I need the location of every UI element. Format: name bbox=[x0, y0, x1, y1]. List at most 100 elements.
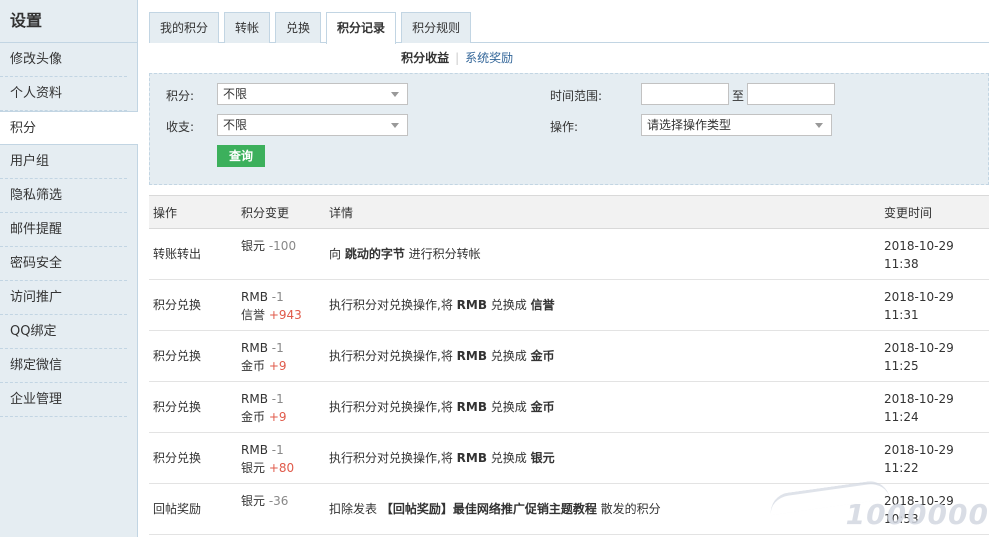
detail-emphasis: RMB bbox=[456, 400, 487, 414]
inout-select[interactable]: 不限 bbox=[217, 114, 408, 136]
credit-unit: RMB bbox=[241, 290, 268, 304]
row-credit-change: RMB -1 金币 +9 bbox=[241, 390, 287, 426]
credit-unit: 金币 bbox=[241, 410, 266, 424]
credit-delta: -1 bbox=[271, 443, 284, 457]
row-credit-change: RMB -1 银元 +80 bbox=[241, 441, 294, 477]
credit-delta: -1 bbox=[271, 392, 284, 406]
detail-emphasis: 跳动的字节 bbox=[344, 247, 405, 261]
row-date: 2018-10-29 bbox=[884, 239, 954, 253]
row-detail: 执行积分对兑换操作,将 RMB 兑换成 金币 bbox=[329, 382, 555, 433]
row-change-time: 2018-10-29 11:25 bbox=[884, 339, 954, 375]
credit-change-line: 金币 +9 bbox=[241, 357, 287, 375]
row-date: 2018-10-29 bbox=[884, 290, 954, 304]
table-row: 转账转出 银元 -100 向 跳动的字节 进行积分转帐 2018-10-29 11:38 bbox=[149, 229, 989, 280]
query-button[interactable]: 查询 bbox=[217, 145, 266, 167]
table-row: 积分兑换 RMB -1 银元 +80 执行积分对兑换操作,将 RMB 兑换成 银元 20… bbox=[149, 433, 989, 484]
detail-text: 执行积分对兑换操作,将 bbox=[329, 349, 457, 363]
row-operation: 积分兑换 bbox=[153, 349, 202, 363]
operation-filter-label: 操作: bbox=[550, 120, 579, 134]
chevron-down-icon bbox=[391, 123, 399, 128]
header-operation: 操作 bbox=[153, 206, 178, 220]
end-date-input[interactable] bbox=[747, 83, 835, 105]
credit-delta: +9 bbox=[268, 410, 287, 424]
chevron-down-icon bbox=[815, 123, 823, 128]
sidebar-item[interactable]: 访问推广 bbox=[0, 281, 127, 315]
credit-delta: -100 bbox=[268, 239, 297, 253]
credit-delta: +9 bbox=[268, 359, 287, 373]
table-row: 积分兑换 RMB -1 信誉 +943 执行积分对兑换操作,将 RMB 兑换成 信誉 2… bbox=[149, 280, 989, 331]
detail-text: 扣除发表 bbox=[329, 502, 381, 516]
credit-change-line: 银元 +80 bbox=[241, 459, 294, 477]
detail-emphasis: 金币 bbox=[530, 349, 555, 363]
detail-text: 兑换成 bbox=[486, 349, 531, 363]
page-root: 设置 修改头像 个人资料 积分 用户组 隐私筛选 邮件提醒 密码安全 访问推广 QQ绑定 绑定微信… bbox=[0, 0, 999, 537]
credit-change-line: 银元 -100 bbox=[241, 237, 296, 255]
sub-navigation: 积分收益 | 系统奖励 bbox=[149, 43, 989, 73]
credit-unit: 银元 bbox=[241, 494, 266, 508]
credit-unit: 信誉 bbox=[241, 308, 266, 322]
header-change-time: 变更时间 bbox=[884, 206, 933, 220]
row-operation: 转账转出 bbox=[153, 247, 202, 261]
row-detail: 执行积分对兑换操作,将 RMB 兑换成 信誉 bbox=[329, 280, 555, 331]
row-time: 11:38 bbox=[884, 257, 919, 271]
start-date-input[interactable] bbox=[641, 83, 729, 105]
row-detail: 执行积分对兑换操作,将 RMB 兑换成 金币 bbox=[329, 331, 555, 382]
row-operation: 积分兑换 bbox=[153, 400, 202, 414]
row-detail: 扣除发表 【回帖奖励】最佳网络推广促销主题教程 散发的积分 bbox=[329, 484, 661, 535]
header-credit-change: 积分变更 bbox=[241, 206, 290, 220]
tab[interactable]: 兑换 bbox=[275, 12, 322, 43]
row-time: 11:25 bbox=[884, 359, 919, 373]
operation-select[interactable]: 请选择操作类型 bbox=[641, 114, 832, 136]
credit-unit: 银元 bbox=[241, 239, 266, 253]
detail-text: 进行积分转帐 bbox=[404, 247, 481, 261]
subnav-credit-income[interactable]: 积分收益 bbox=[401, 51, 449, 65]
row-operation: 回帖奖励 bbox=[153, 502, 202, 516]
sidebar-item[interactable]: 修改头像 bbox=[0, 43, 127, 77]
row-operation: 积分兑换 bbox=[153, 451, 202, 465]
row-time: 11:31 bbox=[884, 308, 919, 322]
detail-emphasis: 银元 bbox=[530, 451, 555, 465]
row-change-time: 2018-10-29 11:31 bbox=[884, 288, 954, 324]
sidebar-item[interactable]: 密码安全 bbox=[0, 247, 127, 281]
detail-text: 向 bbox=[329, 247, 345, 261]
header-detail: 详情 bbox=[329, 206, 354, 220]
table-row: 积分兑换 RMB -1 金币 +9 执行积分对兑换操作,将 RMB 兑换成 金币 201… bbox=[149, 382, 989, 433]
row-detail: 向 跳动的字节 进行积分转帐 bbox=[329, 229, 481, 280]
credit-unit: RMB bbox=[241, 341, 268, 355]
sidebar-item[interactable]: 企业管理 bbox=[0, 383, 127, 417]
credit-change-line: 银元 -36 bbox=[241, 492, 288, 510]
detail-text: 执行积分对兑换操作,将 bbox=[329, 451, 457, 465]
table-header: 操作 积分变更 详情 变更时间 bbox=[149, 195, 989, 229]
row-date: 2018-10-29 bbox=[884, 341, 954, 355]
inout-select-value: 不限 bbox=[223, 118, 248, 132]
credit-select[interactable]: 不限 bbox=[217, 83, 408, 105]
tab[interactable]: 积分记录 bbox=[326, 12, 397, 44]
credit-unit: 金币 bbox=[241, 359, 266, 373]
subnav-system-reward[interactable]: 系统奖励 bbox=[465, 51, 513, 65]
sidebar-item[interactable]: 邮件提醒 bbox=[0, 213, 127, 247]
sidebar-item[interactable]: 用户组 bbox=[0, 145, 127, 179]
detail-text: 执行积分对兑换操作,将 bbox=[329, 400, 457, 414]
sidebar-item[interactable]: QQ绑定 bbox=[0, 315, 127, 349]
row-credit-change: 银元 -36 bbox=[241, 492, 288, 510]
operation-select-value: 请选择操作类型 bbox=[647, 118, 732, 132]
row-credit-change: RMB -1 金币 +9 bbox=[241, 339, 287, 375]
detail-text: 散发的积分 bbox=[596, 502, 661, 516]
tab[interactable]: 转帐 bbox=[224, 12, 271, 43]
credit-unit: RMB bbox=[241, 443, 268, 457]
settings-sidebar: 设置 修改头像 个人资料 积分 用户组 隐私筛选 邮件提醒 密码安全 访问推广 QQ绑定 绑定微信… bbox=[0, 0, 138, 537]
table-row: 积分兑换 RMB -1 金币 +9 执行积分对兑换操作,将 RMB 兑换成 金币 201… bbox=[149, 331, 989, 382]
sidebar-item[interactable]: 积分 bbox=[0, 111, 138, 145]
sidebar-item[interactable]: 绑定微信 bbox=[0, 349, 127, 383]
tab[interactable]: 我的积分 bbox=[149, 12, 220, 43]
credit-tabs: 我的积分 转帐 兑换 积分记录 积分规则 bbox=[149, 12, 989, 44]
main-content: 我的积分 转帐 兑换 积分记录 积分规则 积分收益 | 系统奖励 积分: 不限 收支: 不限… bbox=[149, 12, 989, 535]
detail-emphasis: RMB bbox=[456, 298, 487, 312]
sidebar-item[interactable]: 个人资料 bbox=[0, 77, 127, 111]
detail-text: 兑换成 bbox=[486, 400, 531, 414]
sidebar-item[interactable]: 隐私筛选 bbox=[0, 179, 127, 213]
detail-text: 执行积分对兑换操作,将 bbox=[329, 298, 457, 312]
tab[interactable]: 积分规则 bbox=[401, 12, 472, 43]
credit-change-line: RMB -1 bbox=[241, 339, 287, 357]
credit-unit: 银元 bbox=[241, 461, 266, 475]
